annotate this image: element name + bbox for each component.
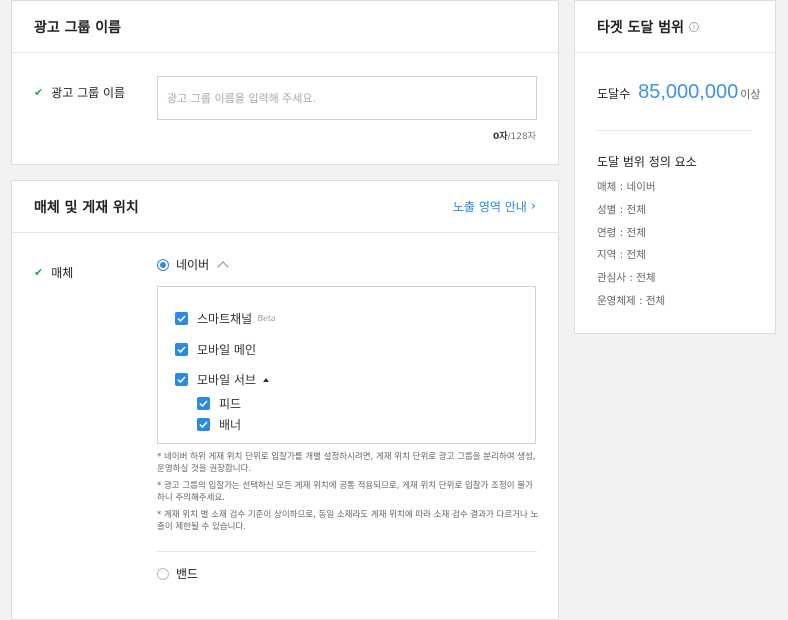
definition-item: 매체 : 네이버: [597, 181, 656, 193]
checkmark-icon: [199, 421, 208, 428]
definition-item: 지역 : 전체: [597, 249, 646, 262]
reach-value: 85,000,000: [638, 81, 739, 103]
placement-mobile-main[interactable]: 모바일 메인: [175, 341, 256, 358]
target-card-header: 타겟 도달 범위 i: [575, 1, 775, 53]
checkmark-icon: [199, 400, 208, 407]
smart-channel-label: 스마트채널: [197, 312, 253, 326]
chevron-up-icon[interactable]: [217, 260, 229, 273]
definition-list: 매체 : 네이버 성별 : 전체 연령 : 전체 지역 : 전체 관심사 : 전…: [597, 179, 665, 316]
radio-naver[interactable]: [157, 258, 169, 271]
definition-item: 관심사 : 전체: [597, 272, 656, 285]
checkbox-smart-channel[interactable]: [175, 312, 188, 325]
mobile-main-label: 모바일 메인: [197, 343, 257, 357]
ad-group-card-title: 광고 그룹 이름: [34, 19, 122, 36]
ad-group-card-header: 광고 그룹 이름: [12, 1, 558, 53]
placement-feed[interactable]: 피드: [197, 395, 241, 412]
media-label-row: ✔ 매체: [34, 264, 73, 281]
valid-check-icon: ✔: [34, 86, 44, 99]
naver-placement-box: 스마트채널 Beta 모바일 메인 모바일 서브 피드 배너: [157, 286, 536, 444]
checkbox-mobile-sub[interactable]: [175, 373, 188, 386]
checkbox-mobile-main[interactable]: [175, 343, 188, 356]
mobile-sub-label: 모바일 서브: [197, 373, 257, 387]
target-reach-card: 타겟 도달 범위 i 도달수 85,000,000 이상 도달 범위 정의 요소…: [574, 0, 776, 334]
media-option-naver-label: 네이버: [176, 258, 210, 272]
ad-group-name-label-row: ✔ 광고 그룹 이름: [34, 84, 125, 101]
placement-smart-channel[interactable]: 스마트채널 Beta: [175, 310, 276, 327]
info-icon[interactable]: i: [689, 21, 700, 32]
ad-group-name-card: 광고 그룹 이름 ✔ 광고 그룹 이름 0자/128자: [11, 0, 559, 165]
checkmark-icon: [177, 315, 186, 322]
char-limit: /128자: [507, 132, 537, 142]
caret-up-icon[interactable]: [263, 377, 270, 382]
placement-mobile-sub[interactable]: 모바일 서브: [175, 371, 270, 388]
checkbox-banner[interactable]: [197, 418, 210, 431]
note-item: * 네이버 하위 게재 위치 단위로 입찰가를 개별 설정하시려면, 게재 위치…: [157, 452, 536, 474]
char-count: 0자: [492, 132, 508, 142]
beta-badge: Beta: [257, 314, 276, 323]
media-card-title: 매체 및 게재 위치: [34, 199, 139, 216]
guide-link-label: 노출 영역 안내: [452, 200, 527, 214]
media-option-band[interactable]: 밴드: [157, 565, 198, 582]
definition-item: 연령 : 전체: [597, 226, 646, 239]
media-option-band-label: 밴드: [176, 567, 199, 581]
target-divider: [597, 130, 752, 131]
definition-item: 운영체제 : 전체: [597, 294, 666, 307]
media-placement-card: 매체 및 게재 위치 노출 영역 안내 › ✔ 매체 네이버 스마트채널 Bet…: [11, 180, 559, 620]
media-option-naver[interactable]: 네이버: [157, 256, 229, 273]
target-card-title: 타겟 도달 범위: [597, 19, 685, 36]
media-divider: [157, 551, 537, 552]
definition-item: 성별 : 전체: [597, 203, 646, 216]
ad-group-name-label: 광고 그룹 이름: [51, 86, 126, 100]
checkmark-icon: [177, 346, 186, 353]
placement-banner[interactable]: 배너: [197, 416, 241, 433]
radio-band[interactable]: [157, 567, 169, 580]
checkmark-icon: [177, 376, 186, 383]
definition-title: 도달 범위 정의 요소: [597, 155, 697, 169]
reach-summary: 도달수 85,000,000 이상: [597, 81, 760, 104]
placement-notes: * 네이버 하위 게재 위치 단위로 입찰가를 개별 설정하시려면, 게재 위치…: [157, 451, 539, 538]
valid-check-icon: ✔: [34, 266, 44, 279]
char-counter: 0자/128자: [493, 129, 536, 142]
note-item: * 게재 위치 별 소재 검수 기준이 상이하므로, 동일 소재라도 게재 위치…: [157, 510, 539, 532]
exposure-area-guide-link[interactable]: 노출 영역 안내 ›: [453, 198, 536, 215]
feed-label: 피드: [219, 397, 242, 411]
chevron-right-icon: ›: [530, 199, 536, 214]
banner-label: 배너: [219, 418, 242, 432]
note-item: * 광고 그룹의 입찰가는 선택하신 모든 게재 위치에 공통 적용되므로, 게…: [157, 481, 533, 503]
ad-group-name-input[interactable]: [157, 76, 537, 120]
media-label: 매체: [51, 266, 74, 280]
reach-suffix: 이상: [740, 88, 761, 101]
checkbox-feed[interactable]: [197, 397, 210, 410]
reach-label: 도달수: [597, 87, 631, 101]
media-card-header: 매체 및 게재 위치 노출 영역 안내 ›: [12, 181, 558, 233]
